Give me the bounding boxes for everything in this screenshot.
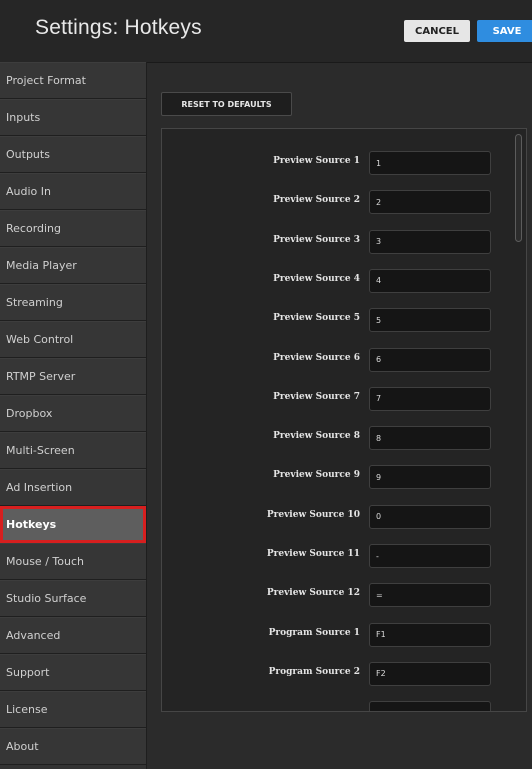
hotkey-row: Preview Source 5 [162, 308, 502, 333]
hotkey-row: Preview Source 1 [162, 151, 502, 175]
hotkey-row: Preview Source 2 [162, 190, 502, 215]
hotkey-row: Preview Source 12 [162, 583, 502, 608]
hotkey-row: Preview Source 9 [162, 465, 502, 490]
hotkey-row: Preview Source 10 [162, 504, 502, 529]
hotkey-label: Preview Source 9 [273, 470, 360, 481]
hotkeys-panel: Preview Source 1 Preview Source 2 Preview … [161, 128, 527, 712]
hotkey-row: Preview Source 3 [162, 229, 502, 254]
hotkey-row: Preview Source 6 [162, 347, 502, 372]
sidebar-item-inputs[interactable]: Inputs [0, 99, 146, 136]
save-button[interactable]: SAVE [477, 20, 532, 42]
hotkey-input[interactable] [369, 583, 491, 608]
hotkey-input[interactable] [369, 347, 491, 372]
sidebar-item-ad-insertion[interactable]: Ad Insertion [0, 469, 146, 506]
hotkey-label: Program Source 2 [268, 666, 360, 677]
hotkey-label: Preview Source 1 [273, 156, 360, 166]
hotkey-row: Preview Source 11 [162, 544, 502, 568]
hotkey-row: Preview Source 4 [162, 268, 502, 293]
hotkey-input[interactable] [369, 701, 491, 711]
hotkey-input[interactable] [369, 465, 491, 490]
hotkey-label: Preview Source 12 [266, 588, 360, 599]
hotkey-input[interactable] [369, 268, 491, 293]
hotkey-label: Preview Source 10 [266, 509, 360, 520]
sidebar-item-outputs[interactable]: Outputs [0, 136, 146, 173]
sidebar-item-recording[interactable]: Recording [0, 210, 146, 247]
sidebar-item-audio-in[interactable]: Audio In [0, 173, 146, 210]
hotkey-label: Preview Source 2 [273, 195, 360, 206]
hotkey-input[interactable] [369, 661, 491, 686]
sidebar-item-multi-screen[interactable]: Multi-Screen [0, 432, 146, 469]
hotkey-input[interactable] [369, 229, 491, 254]
sidebar-item-about[interactable]: About [0, 728, 146, 765]
hotkey-input[interactable] [369, 504, 491, 529]
sidebar-item-mouse-touch[interactable]: Mouse / Touch [0, 543, 146, 580]
hotkey-input[interactable] [369, 308, 491, 333]
scrollbar-thumb[interactable] [515, 134, 522, 242]
page-title: Settings: Hotkeys [35, 16, 202, 39]
sidebar-item-web-control[interactable]: Web Control [0, 321, 146, 358]
header-bar: Settings: Hotkeys CANCEL SAVE [0, 0, 532, 63]
reset-to-defaults-button[interactable]: RESET TO DEFAULTS [161, 92, 292, 116]
sidebar-item-hotkeys[interactable]: Hotkeys [0, 506, 146, 543]
sidebar-item-advanced[interactable]: Advanced [0, 617, 146, 654]
hotkey-input[interactable] [369, 190, 491, 215]
sidebar-item-media-player[interactable]: Media Player [0, 247, 146, 284]
hotkey-label: Preview Source 4 [273, 273, 360, 284]
sidebar-item-support[interactable]: Support [0, 654, 146, 691]
sidebar-item-rtmp-server[interactable]: RTMP Server [0, 358, 146, 395]
hotkey-input[interactable] [369, 622, 491, 647]
sidebar-item-license[interactable]: License [0, 691, 146, 728]
hotkey-row: Preview Source 7 [162, 386, 502, 411]
sidebar-item-streaming[interactable]: Streaming [0, 284, 146, 321]
hotkey-label: Preview Source 3 [273, 234, 360, 245]
hotkey-input[interactable] [369, 544, 491, 568]
hotkey-row: Program Source 2 [162, 661, 502, 686]
hotkey-label: Preview Source 5 [273, 313, 360, 324]
hotkey-label: Preview Source 7 [273, 391, 360, 402]
hotkey-label: Preview Source 8 [273, 431, 360, 442]
hotkey-row [162, 701, 502, 711]
hotkey-label: Preview Source 6 [273, 352, 360, 363]
cancel-button[interactable]: CANCEL [404, 20, 470, 42]
hotkey-label: Preview Source 11 [266, 549, 360, 559]
sidebar-item-studio-surface[interactable]: Studio Surface [0, 580, 146, 617]
sidebar-item-dropbox[interactable]: Dropbox [0, 395, 146, 432]
hotkey-row: Preview Source 8 [162, 426, 502, 451]
settings-sidebar: Project Format Inputs Outputs Audio In Recor… [0, 62, 147, 769]
panel-scrollbar[interactable] [514, 130, 524, 708]
hotkey-input[interactable] [369, 426, 491, 451]
sidebar-item-project-format[interactable]: Project Format [0, 62, 146, 99]
hotkey-row: Program Source 1 [162, 622, 502, 647]
hotkey-input[interactable] [369, 386, 491, 411]
hotkey-input[interactable] [369, 151, 491, 175]
hotkey-label: Program Source 1 [268, 627, 360, 638]
